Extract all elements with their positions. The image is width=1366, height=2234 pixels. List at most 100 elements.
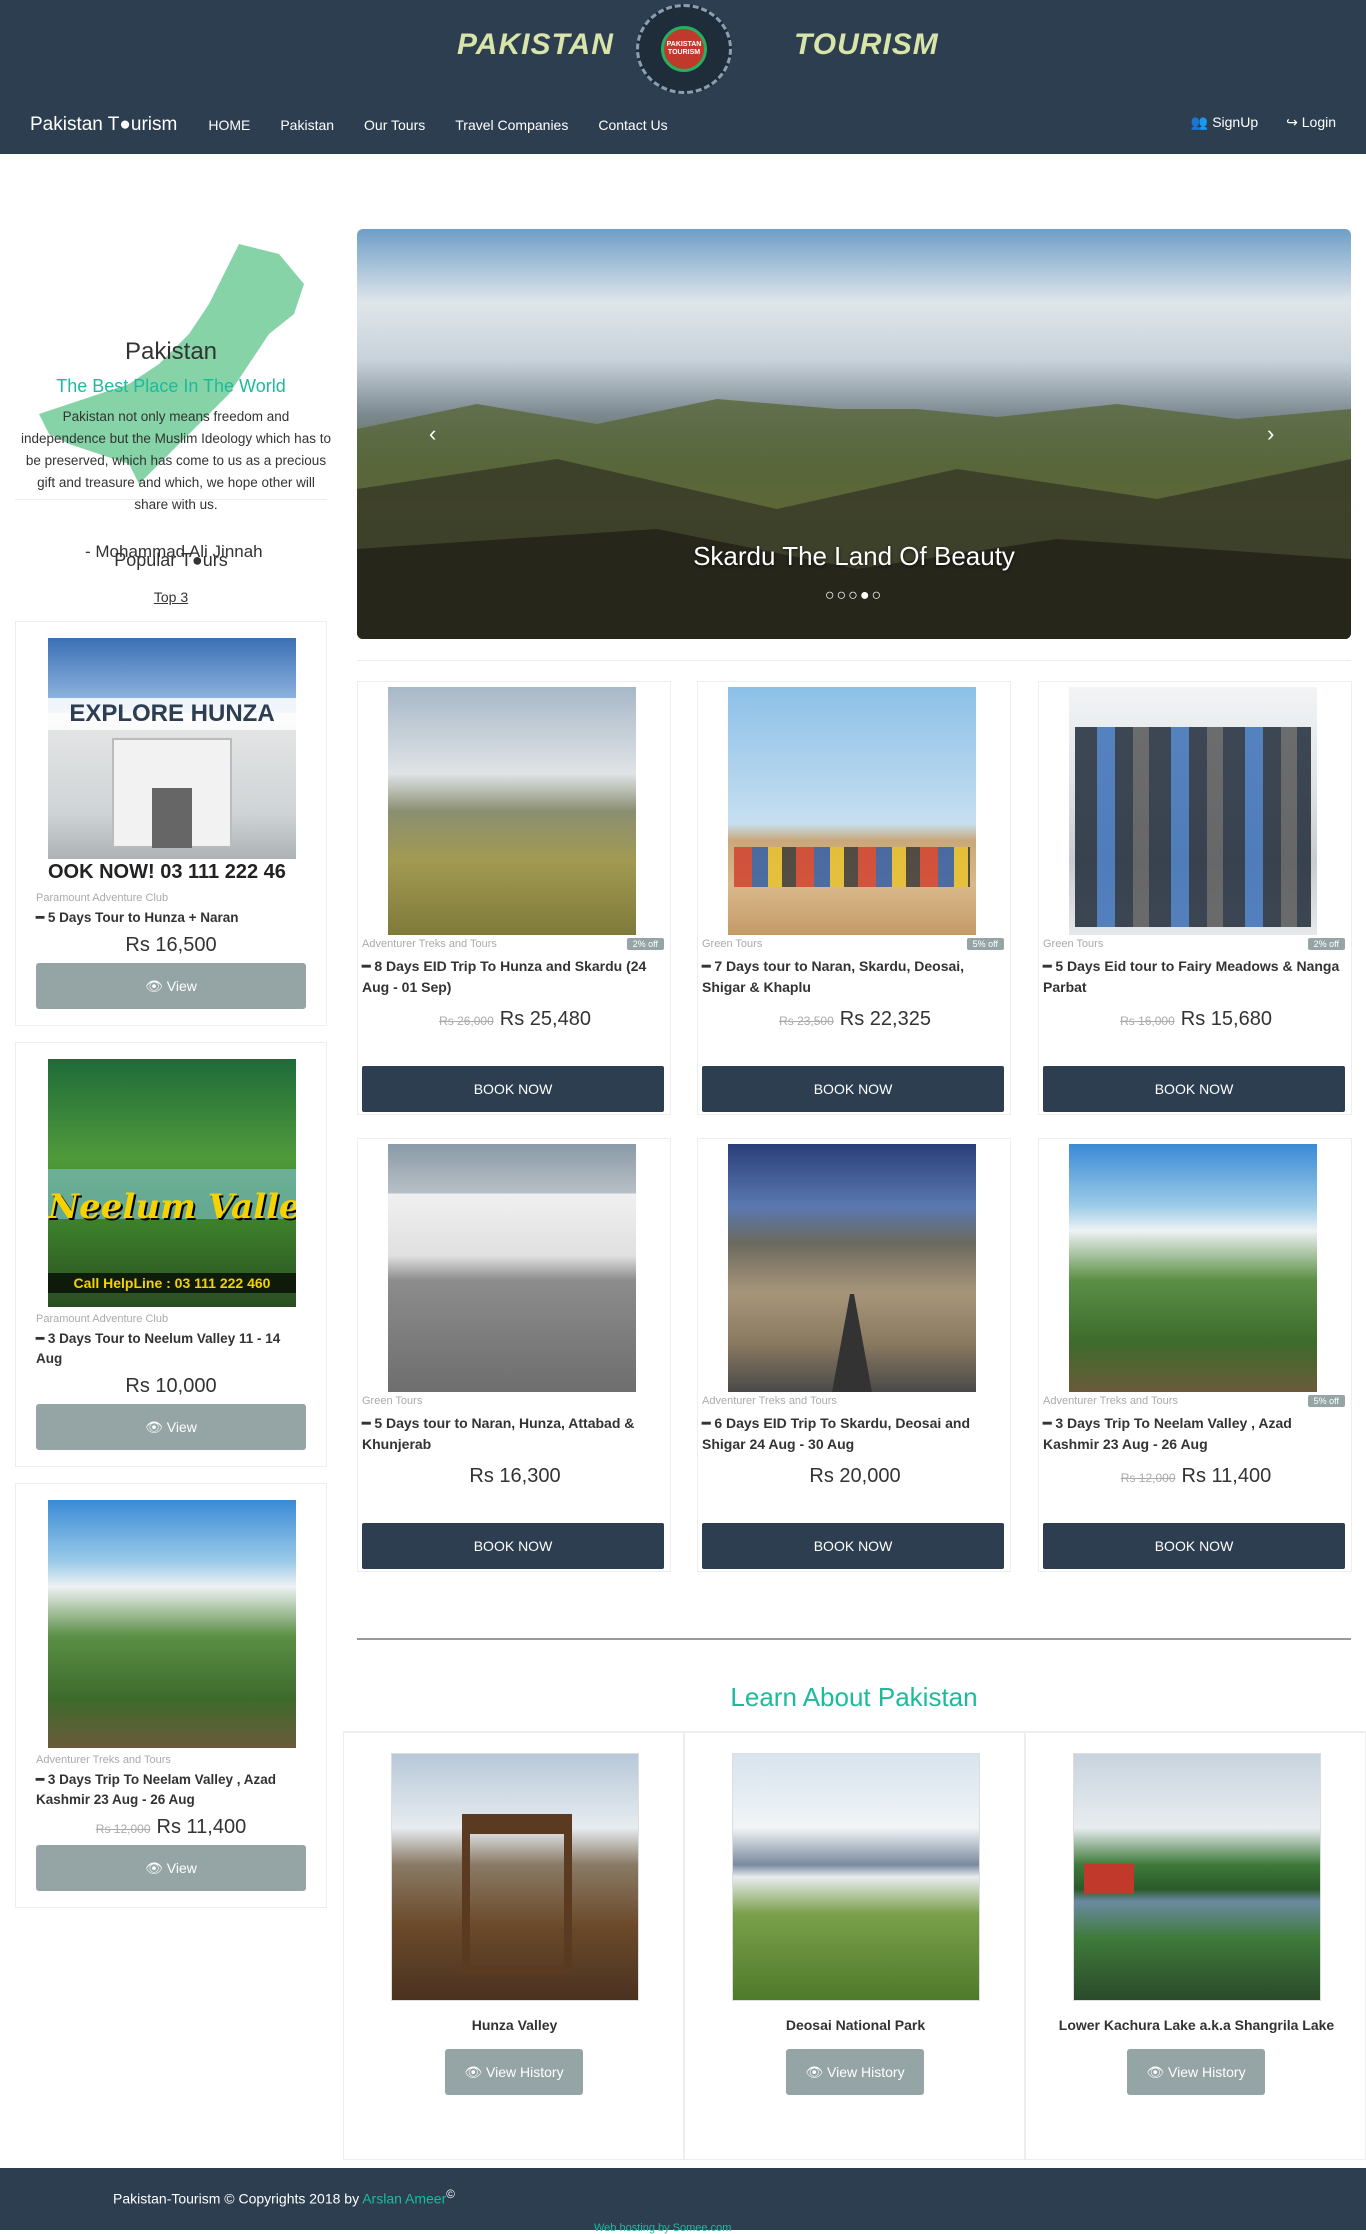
tour-price: Rs 26,000 Rs 25,480 — [358, 1008, 672, 1031]
nav-travel-companies[interactable]: Travel Companies — [455, 117, 568, 133]
place-image[interactable] — [391, 1753, 639, 2001]
quote-author: - Mohammad Ali Jinnah — [85, 542, 263, 561]
tour-price: Rs 12,000 Rs 11,400 — [1039, 1465, 1353, 1488]
view-button[interactable]: 👁 View — [36, 1845, 306, 1891]
tour-card: Green Tours ━ 5 Days tour to Naran, Hunz… — [357, 1138, 671, 1572]
hero-carousel[interactable]: ‹ › Skardu The Land Of Beauty ○○○●○ — [357, 229, 1351, 639]
tour-company: Adventurer Treks and Tours — [36, 1754, 171, 1766]
footer-copyright: Pakistan-Tourism © Copyrights 2018 by Ar… — [113, 2188, 455, 2207]
tour-title[interactable]: ━ 5 Days Eid tour to Fairy Meadows & Nan… — [1043, 956, 1343, 998]
place-image[interactable] — [1073, 1753, 1321, 2001]
tour-title[interactable]: ━ 3 Days Trip To Neelam Valley , Azad Ka… — [36, 1770, 306, 1810]
tour-image[interactable] — [1069, 687, 1317, 935]
tour-company: Green Tours — [702, 938, 763, 950]
tour-price: Rs 16,500 — [36, 934, 306, 957]
tour-image-text-top: Neelum Valley — [48, 1187, 296, 1227]
book-now-button[interactable]: BOOK NOW — [702, 1523, 1004, 1569]
tour-company: Adventurer Treks and Tours — [702, 1395, 837, 1407]
tour-image[interactable]: EXPLORE HUNZA OOK NOW! 03 111 222 46 — [48, 638, 296, 886]
tour-old-price: Rs 16,000 — [1120, 1014, 1175, 1028]
navbar: Pakistan T●urism HOME Pakistan Our Tours… — [0, 108, 1366, 142]
place-name: Deosai National Park — [785, 2017, 926, 2033]
view-button[interactable]: 👁 View — [36, 1404, 306, 1450]
book-now-button[interactable]: BOOK NOW — [362, 1066, 664, 1112]
tour-image[interactable] — [728, 687, 976, 935]
tour-image[interactable] — [388, 1144, 636, 1392]
carousel-next-arrow[interactable]: › — [1267, 421, 1274, 447]
discount-badge: 2% off — [1307, 938, 1345, 950]
site-logo[interactable]: PAKISTAN TOURISM — [636, 4, 732, 94]
place-image[interactable] — [732, 1753, 980, 2001]
tour-card: Adventurer Treks and Tours 2% off ━ 8 Da… — [357, 681, 671, 1115]
tour-card: Adventurer Treks and Tours ━ 6 Days EID … — [697, 1138, 1011, 1572]
tour-price-value: Rs 11,400 — [1181, 1465, 1272, 1487]
discount-badge: 5% off — [966, 938, 1004, 950]
tour-card: Adventurer Treks and Tours 5% off ━ 3 Da… — [1038, 1138, 1352, 1572]
tour-company: Green Tours — [362, 1395, 423, 1407]
nav-contact-us[interactable]: Contact Us — [598, 117, 667, 133]
nav-home[interactable]: HOME — [208, 117, 250, 133]
tour-card: Green Tours 2% off ━ 5 Days Eid tour to … — [1038, 681, 1352, 1115]
tour-image-text-bottom: Call HelpLine : 03 111 222 460 — [48, 1273, 296, 1293]
tour-image-text-top: EXPLORE HUNZA — [48, 698, 296, 730]
tour-card: Green Tours 5% off ━ 7 Days tour to Nara… — [697, 681, 1011, 1115]
tour-image[interactable]: Neelum Valley Call HelpLine : 03 111 222… — [48, 1059, 296, 1307]
view-history-button[interactable]: 👁 View History — [445, 2049, 583, 2095]
nav-pakistan[interactable]: Pakistan — [280, 117, 334, 133]
tour-old-price: Rs 26,000 — [439, 1014, 494, 1028]
top-header: PAKISTAN PAKISTAN TOURISM TOURISM Pakist… — [0, 0, 1366, 154]
tour-image[interactable] — [1069, 1144, 1317, 1392]
banner-title-left: PAKISTAN — [457, 28, 614, 61]
tour-image[interactable] — [728, 1144, 976, 1392]
nav-auth: 👥 SignUp ↪ Login — [1191, 114, 1336, 131]
book-now-button[interactable]: BOOK NOW — [1043, 1066, 1345, 1112]
divider — [357, 660, 1351, 661]
tour-title[interactable]: ━ 8 Days EID Trip To Hunza and Skardu (2… — [362, 956, 662, 998]
discount-badge: 2% off — [626, 938, 664, 950]
carousel-indicators[interactable]: ○○○●○ — [357, 587, 1351, 605]
popular-tour-card: Neelum Valley Call HelpLine : 03 111 222… — [15, 1042, 327, 1467]
tour-image[interactable] — [48, 1500, 296, 1748]
tour-old-price: Rs 12,000 — [1120, 1471, 1176, 1485]
book-now-button[interactable]: BOOK NOW — [362, 1523, 664, 1569]
tour-price-value: Rs 10,000 — [125, 1375, 217, 1397]
tour-title[interactable]: ━ 5 Days tour to Naran, Hunza, Attabad &… — [362, 1413, 662, 1455]
view-button[interactable]: 👁 View — [36, 963, 306, 1009]
learn-card: Lower Kachura Lake a.k.a Shangrila Lake … — [1025, 1732, 1366, 2160]
tour-title[interactable]: ━ 7 Days tour to Naran, Skardu, Deosai, … — [702, 956, 1002, 998]
book-now-button[interactable]: BOOK NOW — [1043, 1523, 1345, 1569]
tour-price-value: Rs 16,500 — [125, 934, 217, 956]
view-history-button[interactable]: 👁 View History — [786, 2049, 924, 2095]
tour-title[interactable]: ━ 3 Days Tour to Neelum Valley 11 - 14 A… — [36, 1329, 306, 1369]
tour-old-price: Rs 23,500 — [779, 1014, 834, 1028]
nav-our-tours[interactable]: Our Tours — [364, 117, 425, 133]
place-name: Hunza Valley — [471, 2017, 558, 2033]
main-content: Pakistan The Best Place In The World Pak… — [0, 154, 1366, 2168]
intro-tagline: The Best Place In The World — [56, 376, 286, 396]
author-link[interactable]: Arslan Ameer — [362, 2191, 446, 2207]
tour-image-text-bottom: OOK NOW! 03 111 222 46 — [48, 859, 296, 886]
hosting-link[interactable]: Web hosting by Somee.com — [594, 2222, 731, 2234]
tour-title[interactable]: ━ 6 Days EID Trip To Skardu, Deosai and … — [702, 1413, 1002, 1455]
footer: Pakistan-Tourism © Copyrights 2018 by Ar… — [0, 2168, 1366, 2234]
login-link[interactable]: ↪ Login — [1286, 114, 1336, 131]
book-now-button[interactable]: BOOK NOW — [702, 1066, 1004, 1112]
signup-link[interactable]: 👥 SignUp — [1191, 114, 1258, 131]
tour-price-value: Rs 15,680 — [1180, 1008, 1272, 1030]
carousel-prev-arrow[interactable]: ‹ — [429, 421, 436, 447]
tour-price-value: Rs 25,480 — [499, 1008, 591, 1030]
tour-image[interactable] — [388, 687, 636, 935]
popular-tour-card: Adventurer Treks and Tours ━ 3 Days Trip… — [15, 1483, 327, 1908]
tour-title[interactable]: ━ 3 Days Trip To Neelam Valley , Azad Ka… — [1043, 1413, 1343, 1455]
learn-card: Hunza Valley 👁 View History — [343, 1732, 684, 2160]
tour-company: Paramount Adventure Club — [36, 1313, 169, 1325]
nav-brand[interactable]: Pakistan T●urism — [30, 114, 177, 136]
divider — [357, 1638, 1351, 1640]
tour-price: Rs 12,000 Rs 11,400 — [36, 1816, 306, 1839]
tour-price: Rs 10,000 — [36, 1375, 306, 1398]
intro-panel: Pakistan The Best Place In The World Pak… — [15, 244, 331, 561]
tour-title[interactable]: ━ 5 Days Tour to Hunza + Naran — [36, 908, 306, 928]
view-history-button[interactable]: 👁 View History — [1127, 2049, 1265, 2095]
tour-old-price: Rs 12,000 — [95, 1822, 151, 1836]
copyright-text: Pakistan-Tourism © Copyrights 2018 by — [113, 2190, 363, 2207]
